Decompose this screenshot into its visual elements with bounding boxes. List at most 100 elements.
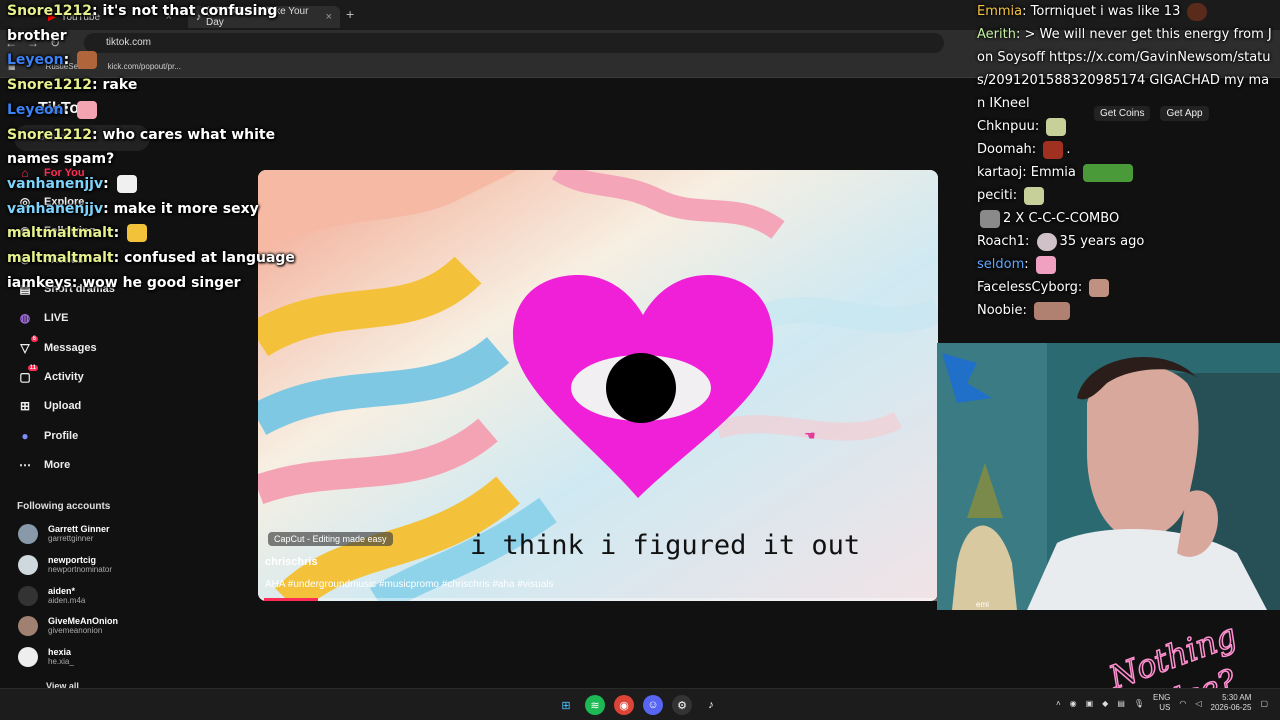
upload-icon: ⊞ (19, 399, 31, 413)
messages-icon: ▽ 6 (20, 336, 38, 355)
tray-app-icon[interactable]: ◉ (1070, 699, 1077, 708)
chat-message: peciti: (977, 184, 1277, 207)
chevron-up-icon[interactable]: ˄ (1056, 699, 1061, 708)
account-handle: givemeanonion (48, 626, 103, 635)
chat-username: maltmaltmalt (7, 250, 114, 267)
avatar (18, 524, 38, 544)
chat-username: Snore1212 (7, 77, 93, 94)
account-name: aiden* (48, 586, 76, 596)
chat-username: Doomah (977, 142, 1032, 157)
tray-app-icon[interactable]: ▤ (1117, 699, 1125, 708)
spotify-icon[interactable]: ≋ (585, 695, 605, 715)
tiktok-icon[interactable]: ♪ (701, 695, 721, 715)
following-account[interactable]: GiveMeAnOnion givemeanonion (18, 616, 118, 636)
chat-text: rake (102, 77, 138, 94)
chat-text: Emmia (1030, 165, 1076, 180)
chat-username: Noobie (977, 303, 1023, 318)
avatar (18, 616, 38, 636)
sidebar-item-label: Messages (44, 342, 97, 354)
region-code: US (1159, 703, 1171, 712)
clock[interactable]: 5:30 AM 2026-06-25 (1211, 693, 1252, 713)
chrome-icon[interactable]: ◉ (614, 695, 634, 715)
clock-time: 5:30 AM (1222, 693, 1252, 702)
video-progress-fill (264, 598, 318, 601)
cursor-hand-icon: ☚ (804, 428, 816, 443)
sidebar-item-label: More (44, 459, 71, 471)
chat-message: iamkeys: wow he good singer (7, 274, 241, 291)
chat-message: FacelessCyborg: (977, 276, 1277, 299)
chat-username: Leyeon (7, 101, 64, 118)
sidebar-item-label: Upload (44, 400, 82, 412)
chat-text: 2 X C-C-C-COMBO (1003, 211, 1120, 226)
chat-text: . (1066, 142, 1071, 157)
profile-icon: ● (21, 429, 29, 443)
chat-message: Snore1212: who cares what white names sp… (7, 126, 276, 168)
sidebar-item-messages[interactable]: ▽ 6 Messages (16, 336, 97, 359)
windows-taskbar: ⊞ ≋ ◉ ☺ ⚙ ♪ ˄ ◉ ▣ ◆ ▤ 🎙 ENG US ◠ ◁ 5:30 A… (0, 688, 1280, 720)
sidebar-item-upload[interactable]: ⊞ Upload (16, 395, 81, 417)
chat-text: > We will never get this energy from Jon… (977, 27, 1272, 111)
wifi-icon[interactable]: ◠ (1179, 699, 1186, 708)
video-author[interactable]: chrischris (265, 556, 318, 568)
messages-badge: 6 (30, 336, 38, 342)
chat-message: maltmaltmalt: confused at language (7, 250, 295, 267)
windows-start-icon[interactable]: ⊞ (556, 695, 576, 715)
video-hashtags[interactable]: AHA #undergroundmusic #musicpromo #chris… (265, 579, 553, 590)
volume-icon[interactable]: ◁ (1195, 699, 1201, 708)
clock-date: 2026-06-25 (1210, 703, 1252, 712)
sidebar-item-activity[interactable]: ▢ 11 Activity (16, 365, 84, 388)
language-indicator[interactable]: ENG US (1153, 693, 1170, 713)
new-tab-button[interactable]: + (346, 6, 354, 22)
following-account[interactable]: hexia he.xia_ (18, 647, 74, 667)
chat-message: maltmaltmalt: (7, 221, 307, 246)
chat-message: Snore1212: it's not that confusing broth… (7, 3, 278, 44)
following-account[interactable]: newportcig newportnominator (18, 555, 112, 575)
chat-username: seldom (977, 257, 1025, 272)
chat-username: vanhanenjjv (7, 175, 104, 192)
chat-message: Roach1: 35 years ago (977, 232, 1145, 251)
more-icon: ⋯ (19, 458, 31, 472)
discord-icon[interactable]: ☺ (643, 695, 663, 715)
sidebar-item-more[interactable]: ⋯ More (16, 454, 70, 476)
capcut-badge[interactable]: CapCut - Editing made easy (268, 532, 393, 546)
chat-message: seldom: (977, 253, 1277, 276)
emote-icon (1034, 301, 1071, 320)
following-accounts-heading: Following accounts (17, 501, 111, 512)
avatar (18, 647, 38, 667)
following-account[interactable]: aiden* aiden.m4a (18, 586, 85, 606)
avatar (18, 555, 38, 575)
close-icon[interactable]: × (326, 11, 332, 23)
chat-message: Emmia: Torrniquet i was like 13 (977, 0, 1277, 23)
emote-icon (1046, 117, 1067, 136)
chat-username: Leyeon (7, 52, 64, 69)
steam-icon[interactable]: ⚙ (672, 695, 692, 715)
webcam-frame (937, 343, 1280, 610)
account-name: Garrett Ginner (48, 524, 110, 534)
emote-icon (1036, 232, 1057, 251)
chat-username: kartaoj (977, 165, 1023, 180)
chat-username: Chknpuu (977, 119, 1035, 134)
emote-icon (1187, 2, 1208, 21)
emote-icon (1035, 255, 1056, 274)
chat-text: confused at language (124, 250, 295, 267)
tray-app-icon[interactable]: ▣ (1086, 699, 1094, 708)
sidebar-item-label: Activity (44, 371, 84, 383)
emote-icon (116, 174, 137, 193)
tray-app-icon[interactable]: ◆ (1102, 699, 1108, 708)
sidebar-item-live[interactable]: ◍ LIVE (16, 307, 69, 329)
following-account[interactable]: Garrett Ginner garrettginner (18, 524, 110, 544)
chat-overlay-left: Snore1212: it's not that confusing broth… (7, 0, 307, 295)
account-handle: he.xia_ (48, 657, 74, 666)
video-progress-bar[interactable] (264, 598, 938, 601)
chat-username: Emmia (977, 4, 1023, 19)
chat-username: Aerith (977, 27, 1016, 42)
lang-code: ENG (1153, 693, 1171, 702)
chat-username: iamkeys (7, 274, 72, 291)
microphone-icon[interactable]: 🎙 (1134, 699, 1144, 708)
chat-message: kartaoj: Emmia (977, 161, 1277, 184)
emote-icon (1089, 278, 1110, 297)
notifications-icon[interactable]: ▢ (1260, 699, 1268, 708)
account-handle: aiden.m4a (48, 596, 86, 605)
sidebar-item-profile[interactable]: ● Profile (16, 425, 78, 447)
emote-icon (77, 100, 98, 119)
